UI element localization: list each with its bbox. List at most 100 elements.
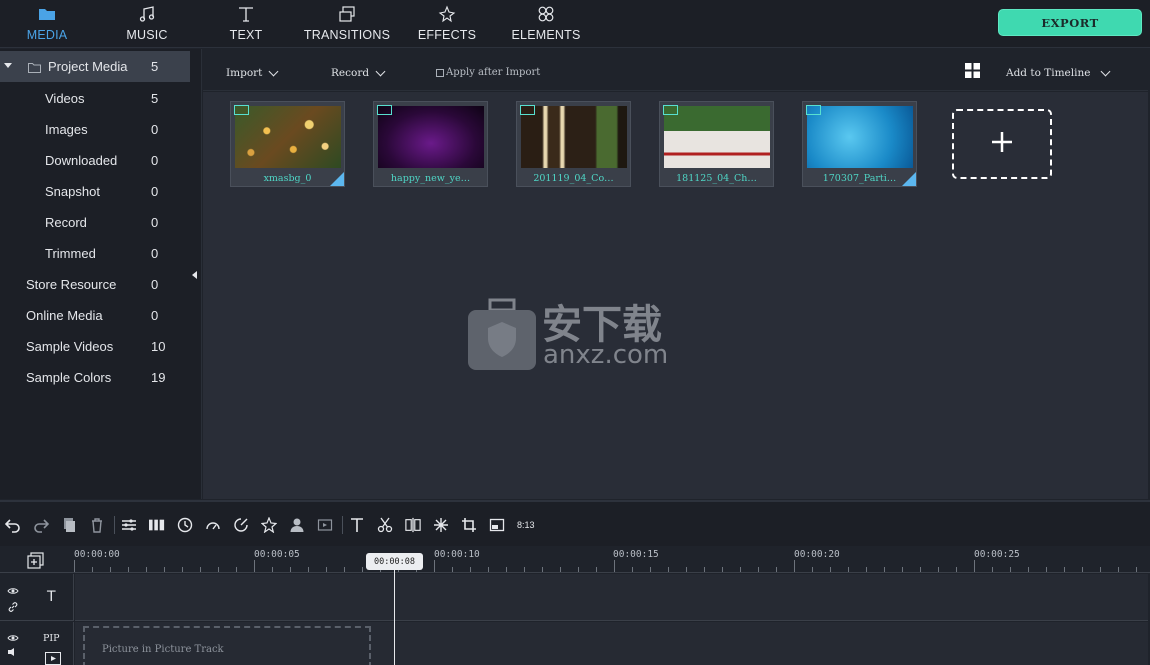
record-voiceover-icon[interactable] [317,517,333,533]
sidebar-item-label: Sample Videos [26,339,114,354]
ruler-tick [848,567,849,572]
sidebar-item-record[interactable]: Record 0 [0,207,190,238]
ruler-tick [956,567,957,572]
record-dropdown[interactable]: Record [331,66,386,79]
tab-music[interactable]: MUSIC [122,0,172,48]
undo-icon[interactable] [5,517,21,533]
ruler-time-label: 00:00:15 [613,549,659,560]
duration-clock-icon[interactable] [177,517,193,533]
sidebar-item-sample-colors[interactable]: Sample Colors 19 [0,362,190,393]
person-icon[interactable] [289,517,305,533]
ruler-tick [236,567,237,572]
zoom-level-label[interactable]: 8:13 [517,520,535,530]
tab-effects[interactable]: EFFECTS [417,0,477,48]
sidebar-item-sample-videos[interactable]: Sample Videos 10 [0,331,190,362]
media-item[interactable]: xmasbg_0 [230,101,345,187]
tab-elements[interactable]: ELEMENTS [512,0,580,48]
timeline-ruler[interactable]: 00:00:00 00:00:05 00:00:10 00:00:15 00:0… [0,546,1150,573]
media-item[interactable]: 201119_04_Co… [516,101,631,187]
checkbox-icon[interactable] [436,68,444,77]
ruler-tick [74,560,75,572]
sidebar-item-project-media[interactable]: Project Media 5 [0,51,190,82]
redo-icon[interactable] [33,517,49,533]
sidebar-item-videos[interactable]: Videos 5 [0,83,190,114]
tab-label: EFFECTS [417,28,477,42]
playhead-line[interactable] [394,570,395,665]
tab-label: TRANSITIONS [303,28,391,42]
pip-overlay-icon[interactable] [489,517,505,533]
sidebar-item-label: Online Media [26,308,103,323]
ruler-tick [1064,567,1065,572]
ruler-time-label: 00:00:05 [254,549,300,560]
media-item[interactable]: 170307_Parti… [802,101,917,187]
tab-transitions[interactable]: TRANSITIONS [303,0,391,48]
collapse-sidebar-icon[interactable] [192,271,197,279]
ruler-tick [1100,567,1101,572]
expand-arrow-icon[interactable] [4,63,12,68]
delete-icon[interactable] [89,517,105,533]
record-label: Record [331,67,370,79]
star-effect-icon[interactable] [261,517,277,533]
media-item[interactable]: 181125_04_Ch… [659,101,774,187]
ruler-tick [488,567,489,572]
timeline-toolbar: 8:13 [0,500,1150,546]
ruler-tick [866,567,867,572]
chevron-down-icon [375,66,386,76]
chevron-down-icon [1101,66,1111,76]
sidebar-item-images[interactable]: Images 0 [0,114,190,145]
freeze-frame-icon[interactable] [433,517,449,533]
split-clip-icon[interactable] [405,517,421,533]
thumbnail-image [378,106,484,168]
ruler-tick [776,567,777,572]
ruler-tick [1010,567,1011,572]
crop-icon[interactable] [461,517,477,533]
playhead-time[interactable]: 00:00:08 [366,553,423,570]
import-media-button[interactable] [952,109,1052,179]
split-columns-icon[interactable] [149,517,165,533]
import-dropdown[interactable]: Import [226,66,279,79]
speed-gauge-icon[interactable] [205,517,221,533]
sidebar-item-online-media[interactable]: Online Media 0 [0,300,190,331]
media-item[interactable]: happy_new_ye… [373,101,488,187]
sidebar-item-count: 0 [151,215,159,230]
scissors-icon[interactable] [377,517,393,533]
sidebar-item-snapshot[interactable]: Snapshot 0 [0,176,190,207]
export-button[interactable]: EXPORT [998,9,1142,36]
media-item-name: 201119_04_Co… [533,173,614,184]
text-tool-icon[interactable] [349,517,365,533]
sidebar-item-downloaded[interactable]: Downloaded 0 [0,145,190,176]
sidebar-item-label: Images [45,122,88,137]
ruler-tick [254,560,255,572]
add-to-timeline-label: Add to Timeline [1006,67,1091,79]
text-track[interactable] [75,574,1148,621]
sidebar-item-trimmed[interactable]: Trimmed 0 [0,238,190,269]
tab-media[interactable]: MEDIA [22,0,72,48]
sidebar-item-label: Videos [45,91,85,106]
apply-after-import-checkbox[interactable]: Apply after Import [436,67,540,78]
toolbar-divider [114,516,115,534]
ruler-tick [128,567,129,572]
adjust-icon[interactable] [121,517,137,533]
link-icon[interactable] [7,600,19,618]
sidebar-item-count: 5 [151,59,159,74]
speaker-icon[interactable] [7,644,19,662]
text-icon [237,3,255,25]
color-match-icon[interactable] [233,517,249,533]
pip-track-label: PIP [43,633,60,644]
ruler-time-label: 00:00:10 [434,549,480,560]
sidebar-item-count: 0 [151,246,159,261]
ruler-tick [668,567,669,572]
folder-outline-icon [28,61,41,76]
sidebar-item-store-resource[interactable]: Store Resource 0 [0,269,190,300]
pip-placeholder-text: Picture in Picture Track [102,644,224,655]
add-to-timeline-dropdown[interactable]: Add to Timeline [1006,66,1111,79]
ruler-tick [1136,567,1137,572]
tab-text[interactable]: TEXT [221,0,271,48]
copy-icon[interactable] [61,517,77,533]
ruler-tick [686,567,687,572]
grid-view-icon[interactable] [965,63,980,83]
eye-icon[interactable] [7,582,19,600]
media-item-name: 181125_04_Ch… [676,173,757,184]
add-track-icon[interactable] [27,552,44,574]
ruler-tick [362,567,363,572]
